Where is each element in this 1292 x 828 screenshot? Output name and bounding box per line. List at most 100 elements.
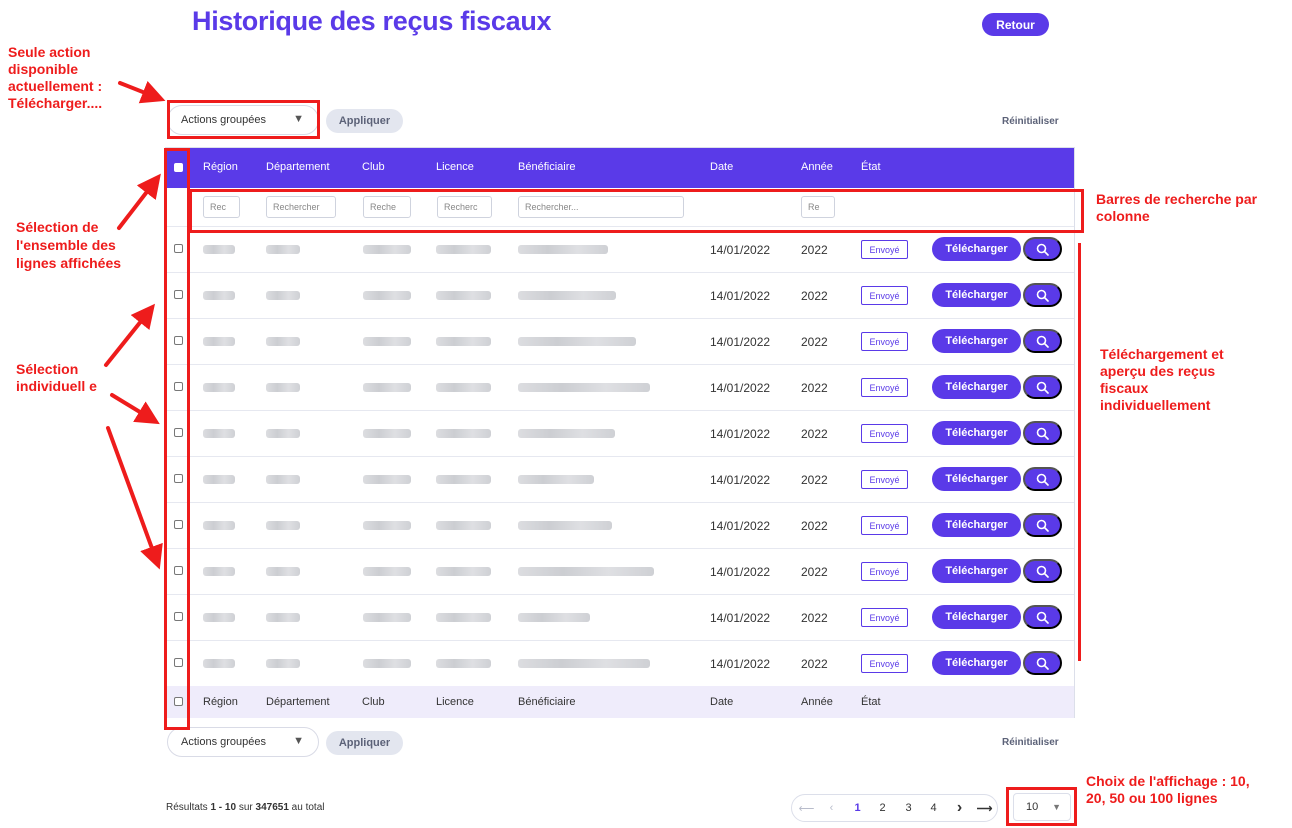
status-badge: Envoyé <box>861 424 908 443</box>
col-footer: Date <box>710 696 734 708</box>
table-row: 14/01/2022 2022 Envoyé Télécharger <box>166 319 1074 365</box>
date-cell: 14/01/2022 <box>710 335 771 349</box>
table-row: 14/01/2022 2022 Envoyé Télécharger <box>166 411 1074 457</box>
preview-button[interactable] <box>1023 283 1062 307</box>
preview-button[interactable] <box>1023 329 1062 353</box>
annotation-download: Téléchargement et aperçu des reçus fisca… <box>1100 346 1224 413</box>
page-link[interactable]: 4 <box>921 795 946 821</box>
redacted-cell <box>266 659 300 668</box>
preview-button[interactable] <box>1023 651 1062 675</box>
redacted-cell <box>266 291 300 300</box>
col-header[interactable]: Licence <box>436 161 474 173</box>
apply-button-bottom[interactable]: Appliquer <box>326 731 403 755</box>
preview-button[interactable] <box>1023 605 1062 629</box>
date-cell: 14/01/2022 <box>710 243 771 257</box>
status-badge: Envoyé <box>861 608 908 627</box>
download-button[interactable]: Télécharger <box>932 467 1021 491</box>
reset-link-top[interactable]: Réinitialiser <box>1002 116 1059 127</box>
caret-down-icon: ▼ <box>293 735 304 747</box>
redacted-cell <box>436 521 491 530</box>
redacted-cell <box>266 429 300 438</box>
redacted-cell <box>266 475 300 484</box>
preview-button[interactable] <box>1023 375 1062 399</box>
download-button[interactable]: Télécharger <box>932 283 1021 307</box>
date-cell: 14/01/2022 <box>710 657 771 671</box>
download-button[interactable]: Télécharger <box>932 651 1021 675</box>
chevron-left-icon[interactable]: ‹ <box>819 795 844 821</box>
search-icon <box>1036 565 1049 578</box>
table-row: 14/01/2022 2022 Envoyé Télécharger <box>166 273 1074 319</box>
arrow-left-icon[interactable]: ⟵ <box>794 795 819 821</box>
download-button[interactable]: Télécharger <box>932 375 1021 399</box>
redacted-cell <box>518 521 612 530</box>
redacted-cell <box>203 659 235 668</box>
status-badge: Envoyé <box>861 240 908 259</box>
col-header[interactable]: Année <box>801 161 833 173</box>
redacted-cell <box>203 521 235 530</box>
redacted-cell <box>518 659 650 668</box>
preview-button[interactable] <box>1023 559 1062 583</box>
redacted-cell <box>266 567 300 576</box>
search-icon <box>1036 473 1049 486</box>
redacted-cell <box>203 429 235 438</box>
download-button[interactable]: Télécharger <box>932 329 1021 353</box>
download-button[interactable]: Télécharger <box>932 513 1021 537</box>
search-icon <box>1036 657 1049 670</box>
bulk-actions-select-bottom[interactable]: Actions groupées ▼ <box>167 727 319 757</box>
annotation-bulk: Seule action disponible actuellement : T… <box>8 44 103 111</box>
apply-button-top[interactable]: Appliquer <box>326 109 403 133</box>
redacted-cell <box>518 429 615 438</box>
page-link[interactable]: 1 <box>845 795 870 821</box>
year-cell: 2022 <box>801 519 828 533</box>
chevron-right-icon[interactable]: › <box>947 795 972 821</box>
col-header[interactable]: Région <box>203 161 238 173</box>
col-header[interactable]: Date <box>710 161 733 173</box>
page-link[interactable]: 2 <box>870 795 895 821</box>
preview-button[interactable] <box>1023 467 1062 491</box>
redacted-cell <box>436 613 491 622</box>
col-header[interactable]: État <box>861 161 881 173</box>
col-footer: Région <box>203 696 238 708</box>
search-icon <box>1036 335 1049 348</box>
download-button[interactable]: Télécharger <box>932 559 1021 583</box>
preview-button[interactable] <box>1023 513 1062 537</box>
arrow-right-icon[interactable]: ⟶ <box>972 795 997 821</box>
redacted-cell <box>266 383 300 392</box>
table-row: 14/01/2022 2022 Envoyé Télécharger <box>166 641 1074 687</box>
download-button[interactable]: Télécharger <box>932 605 1021 629</box>
col-footer: Département <box>266 696 330 708</box>
redacted-cell <box>363 613 411 622</box>
page-title: Historique des reçus fiscaux <box>192 6 552 36</box>
status-badge: Envoyé <box>861 286 908 305</box>
annotation-box-bulk <box>167 100 320 139</box>
status-badge: Envoyé <box>861 378 908 397</box>
download-button[interactable]: Télécharger <box>932 421 1021 445</box>
redacted-cell <box>363 475 411 484</box>
col-header[interactable]: Département <box>266 161 330 173</box>
redacted-cell <box>363 521 411 530</box>
annotation-page-size: Choix de l'affichage : 10, 20, 50 ou 100… <box>1086 773 1250 806</box>
col-header[interactable]: Club <box>362 161 385 173</box>
back-button[interactable]: Retour <box>982 13 1049 36</box>
search-icon <box>1036 611 1049 624</box>
results-summary: Résultats 1 - 10 sur 347651 au total <box>166 802 325 813</box>
date-cell: 14/01/2022 <box>710 519 771 533</box>
date-cell: 14/01/2022 <box>710 565 771 579</box>
date-cell: 14/01/2022 <box>710 473 771 487</box>
reset-link-bottom[interactable]: Réinitialiser <box>1002 737 1059 748</box>
preview-button[interactable] <box>1023 421 1062 445</box>
table-row: 14/01/2022 2022 Envoyé Télécharger <box>166 457 1074 503</box>
annotation-box-page-size <box>1006 787 1077 826</box>
year-cell: 2022 <box>801 473 828 487</box>
status-badge: Envoyé <box>861 470 908 489</box>
page-link[interactable]: 3 <box>896 795 921 821</box>
redacted-cell <box>363 659 411 668</box>
redacted-cell <box>363 245 411 254</box>
col-header[interactable]: Bénéficiaire <box>518 161 575 173</box>
preview-button[interactable] <box>1023 237 1062 261</box>
redacted-cell <box>436 245 491 254</box>
col-footer: Année <box>801 696 833 708</box>
download-button[interactable]: Télécharger <box>932 237 1021 261</box>
annotation-select-all: Sélection de l'ensemble des lignes affic… <box>16 219 122 271</box>
redacted-cell <box>436 659 491 668</box>
